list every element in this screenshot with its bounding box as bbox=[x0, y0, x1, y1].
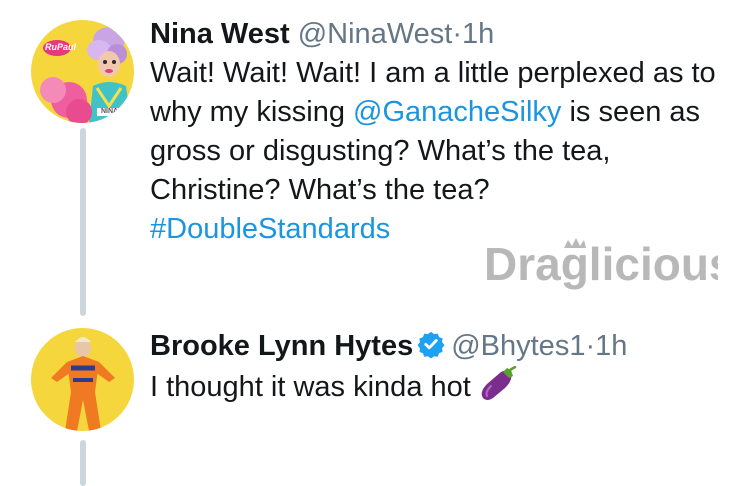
thread-connector-line bbox=[80, 440, 86, 486]
tweet-text-part: I thought it was kinda hot bbox=[150, 371, 471, 403]
rupaul-logo: RuPaul bbox=[45, 42, 77, 52]
timestamp[interactable]: 1h bbox=[595, 330, 627, 362]
hashtag-link[interactable]: #DoubleStandards bbox=[150, 213, 390, 245]
avatar-nina-west[interactable]: RuPaul NINA bbox=[31, 20, 134, 123]
avatar-brooke-lynn-hytes[interactable] bbox=[31, 328, 134, 431]
timestamp[interactable]: 1h bbox=[462, 18, 494, 50]
tweet-thread: RuPaul NINA Nina West @NinaWest·1h Wait!… bbox=[0, 0, 741, 486]
tweet-content: Nina West @NinaWest·1h Wait! Wait! Wait!… bbox=[150, 14, 721, 249]
tweet-text: I thought it was kinda hot bbox=[150, 366, 721, 407]
eggplant-icon bbox=[481, 366, 517, 400]
tweet-header: Nina West @NinaWest·1h bbox=[150, 14, 721, 54]
tweet-header: Brooke Lynn Hytes @Bhytes1·1h bbox=[150, 326, 721, 366]
verified-badge-icon bbox=[417, 331, 445, 358]
avatar-image bbox=[31, 328, 134, 431]
avatar-corner-label: NINA bbox=[101, 108, 119, 115]
watermark-text: Draglicious bbox=[484, 238, 718, 290]
draglicious-watermark: Draglicious bbox=[484, 238, 718, 290]
tweet-content: Brooke Lynn Hytes @Bhytes1·1h I thought … bbox=[150, 326, 721, 407]
display-name[interactable]: Brooke Lynn Hytes bbox=[150, 330, 413, 362]
separator-dot: · bbox=[452, 18, 463, 50]
tweet-text: Wait! Wait! Wait! I am a little perplexe… bbox=[150, 54, 721, 249]
mention-link[interactable]: @GanacheSilky bbox=[353, 96, 561, 128]
user-handle[interactable]: @Bhytes1 bbox=[451, 330, 585, 362]
user-handle[interactable]: @NinaWest bbox=[298, 18, 453, 50]
avatar-image bbox=[31, 20, 134, 123]
separator-dot: · bbox=[585, 330, 596, 362]
display-name[interactable]: Nina West bbox=[150, 18, 290, 50]
thread-connector-line bbox=[80, 128, 86, 316]
